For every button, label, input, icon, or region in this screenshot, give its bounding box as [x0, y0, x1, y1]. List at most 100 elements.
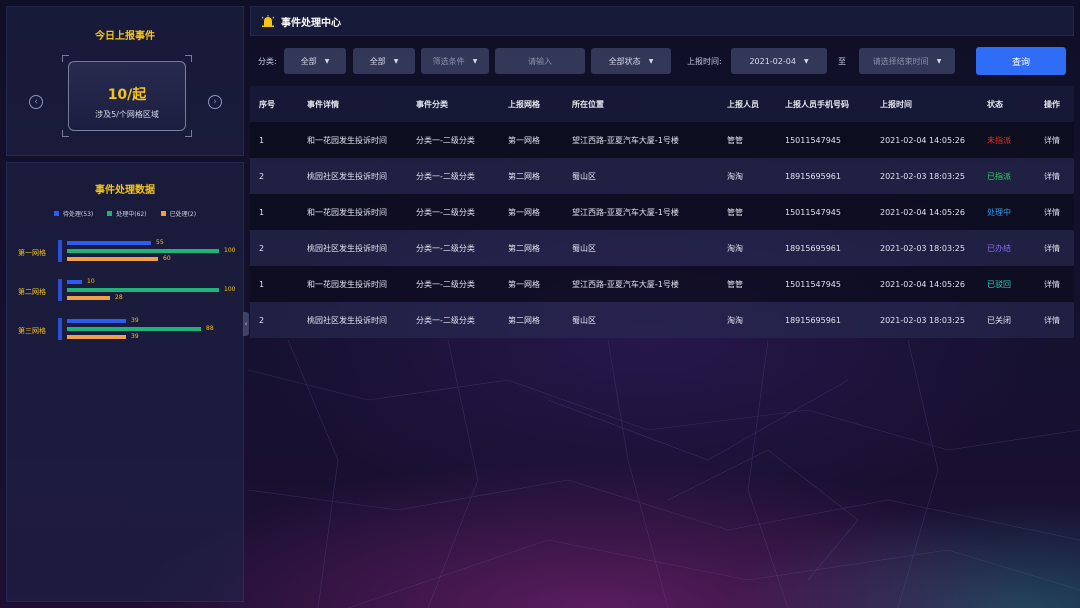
- grid-bar: [67, 327, 201, 331]
- table-body: 1 和一花园发生投诉时间 分类一-二级分类 第一网格 望江西路-亚夏汽车大厦-1号楼 管管…: [250, 122, 1074, 338]
- frame-corner: [62, 55, 69, 62]
- grid-bar: [67, 335, 126, 339]
- detail-link[interactable]: 详情: [1044, 122, 1060, 158]
- filter-condition-placeholder: 筛选条件: [432, 56, 465, 66]
- legend-swatch: [53, 211, 59, 216]
- grid-bar: [67, 288, 219, 292]
- detail-link[interactable]: 详情: [1044, 194, 1060, 230]
- main-header: 事件处理中心: [250, 6, 1074, 36]
- table-cell-grid: 第二网格: [508, 243, 540, 253]
- table-cell-detail: 桃园社区发生投诉时间: [307, 171, 387, 181]
- table-cell-time: 2021-02-04 14:05:26: [880, 279, 965, 289]
- table-cell-location: 望江西路-亚夏汽车大厦-1号楼: [572, 207, 679, 217]
- table-cell-phone: 18915695961: [785, 171, 841, 181]
- table-row: 1 和一花园发生投诉时间 分类一-二级分类 第一网格 望江西路-亚夏汽车大厦-1号楼 管管…: [250, 266, 1074, 302]
- table-cell-category: 分类一-二级分类: [416, 279, 475, 289]
- table-cell-grid: 第一网格: [508, 207, 540, 217]
- table-cell-grid: 第一网格: [508, 135, 540, 145]
- table-cell-time: 2021-02-03 18:03:25: [880, 171, 965, 181]
- keyword-input-placeholder: 请输入: [528, 56, 552, 66]
- category-select-1-value: 全部: [300, 56, 317, 66]
- next-arrow-icon[interactable]: ›: [208, 95, 222, 109]
- event-stats-panel: 事件处理数据 待处理(53) 处理中(62) 已处理(2) 第一网格 55 100 6…: [6, 162, 244, 602]
- status-text: 处理中: [987, 207, 1011, 217]
- status-select[interactable]: 全部状态 ▼: [591, 48, 671, 74]
- table-cell-detail: 和一花园发生投诉时间: [307, 279, 387, 289]
- grid-bar: [67, 296, 110, 300]
- header-cell: 操作: [1044, 99, 1060, 109]
- today-subtitle: 涉及5/个网格区域: [95, 110, 159, 119]
- category-select-1[interactable]: 全部 ▼: [284, 48, 346, 74]
- caret-down-icon: ▼: [324, 57, 330, 65]
- grid-marker: [58, 240, 62, 262]
- detail-link[interactable]: 详情: [1044, 230, 1060, 266]
- header-cell: 事件详情: [307, 99, 339, 109]
- main-title: 事件处理中心: [281, 17, 341, 29]
- today-events-panel: 今日上报事件 ‹ 10/起 涉及5/个网格区域 ›: [6, 6, 244, 156]
- grid-marker: [58, 318, 62, 340]
- grid-marker: [58, 279, 62, 301]
- table-cell-grid: 第一网格: [508, 279, 540, 289]
- table-cell-no: 1: [259, 135, 265, 145]
- frame-corner: [185, 130, 192, 137]
- collapse-panel-handle[interactable]: ‹: [243, 312, 249, 336]
- stats-legend: 待处理(53) 处理中(62) 已处理(2): [7, 209, 243, 218]
- table-cell-detail: 和一花园发生投诉时间: [307, 207, 387, 217]
- today-count-inner: 10/起 涉及5/个网格区域: [68, 61, 186, 131]
- table-cell-category: 分类一-二级分类: [416, 243, 475, 253]
- start-date-picker[interactable]: 2021-02-04 ▼: [731, 48, 827, 74]
- end-date-placeholder: 请选择结束时间: [872, 56, 929, 66]
- frame-corner: [185, 55, 192, 62]
- event-stats-title: 事件处理数据: [95, 185, 155, 196]
- table-cell-grid: 第二网格: [508, 315, 540, 325]
- table-cell-no: 1: [259, 207, 265, 217]
- table-cell-phone: 18915695961: [785, 243, 841, 253]
- frame-corner: [62, 130, 69, 137]
- status-select-value: 全部状态: [608, 56, 641, 66]
- table-cell-phone: 15011547945: [785, 135, 841, 145]
- alarm-icon: [261, 15, 275, 27]
- status-text: 已驳回: [987, 279, 1011, 289]
- grid-bar-value: 28: [115, 294, 123, 301]
- table-row: 1 和一花园发生投诉时间 分类一-二级分类 第一网格 望江西路-亚夏汽车大厦-1号楼 管管…: [250, 122, 1074, 158]
- detail-link[interactable]: 详情: [1044, 158, 1060, 194]
- status-text: 已办结: [987, 243, 1011, 253]
- status-text: 已指派: [987, 171, 1011, 181]
- table-cell-category: 分类一-二级分类: [416, 207, 475, 217]
- table-cell-detail: 桃园社区发生投诉时间: [307, 243, 387, 253]
- legend-item-processing: 处理中(62): [107, 209, 147, 218]
- table-cell-category: 分类一-二级分类: [416, 135, 475, 145]
- prev-arrow-icon[interactable]: ‹: [29, 95, 43, 109]
- category-select-2[interactable]: 全部 ▼: [353, 48, 415, 74]
- grid-label: 第二网格: [18, 288, 46, 296]
- end-date-picker[interactable]: 请选择结束时间 ▼: [859, 48, 955, 74]
- status-text: 已关闭: [987, 315, 1011, 325]
- table-cell-no: 2: [259, 315, 265, 325]
- status-text: 未指派: [987, 135, 1011, 145]
- header-cell: 状态: [987, 99, 1003, 109]
- grid-bar: [67, 241, 151, 245]
- header-cell: 上报时间: [880, 99, 912, 109]
- detail-link[interactable]: 详情: [1044, 266, 1060, 302]
- header-cell: 上报网格: [508, 99, 540, 109]
- date-label: 上报时间:: [687, 57, 722, 66]
- grid-bar: [67, 319, 126, 323]
- caret-down-icon: ▼: [803, 57, 809, 65]
- table-row: 2 桃园社区发生投诉时间 分类一-二级分类 第二网格 蜀山区 淘淘 18915695961 2…: [250, 302, 1074, 338]
- grid-label: 第一网格: [18, 249, 46, 257]
- grid-label: 第三网格: [18, 327, 46, 335]
- table-cell-reporter: 淘淘: [727, 315, 743, 325]
- query-button[interactable]: 查询: [976, 47, 1066, 75]
- detail-link[interactable]: 详情: [1044, 302, 1060, 338]
- legend-label: 待处理(53): [62, 211, 94, 218]
- table-cell-time: 2021-02-03 18:03:25: [880, 243, 965, 253]
- grid-bar-value: 100: [224, 286, 236, 293]
- caret-down-icon: ▼: [472, 57, 478, 65]
- category-select-2-value: 全部: [369, 56, 386, 66]
- today-count: 10/起: [107, 87, 147, 103]
- table-cell-detail: 和一花园发生投诉时间: [307, 135, 387, 145]
- header-cell: 事件分类: [416, 99, 448, 109]
- filter-condition-select[interactable]: 筛选条件 ▼: [421, 48, 489, 74]
- table-cell-location: 望江西路-亚夏汽车大厦-1号楼: [572, 279, 679, 289]
- keyword-input[interactable]: 请输入: [495, 48, 585, 74]
